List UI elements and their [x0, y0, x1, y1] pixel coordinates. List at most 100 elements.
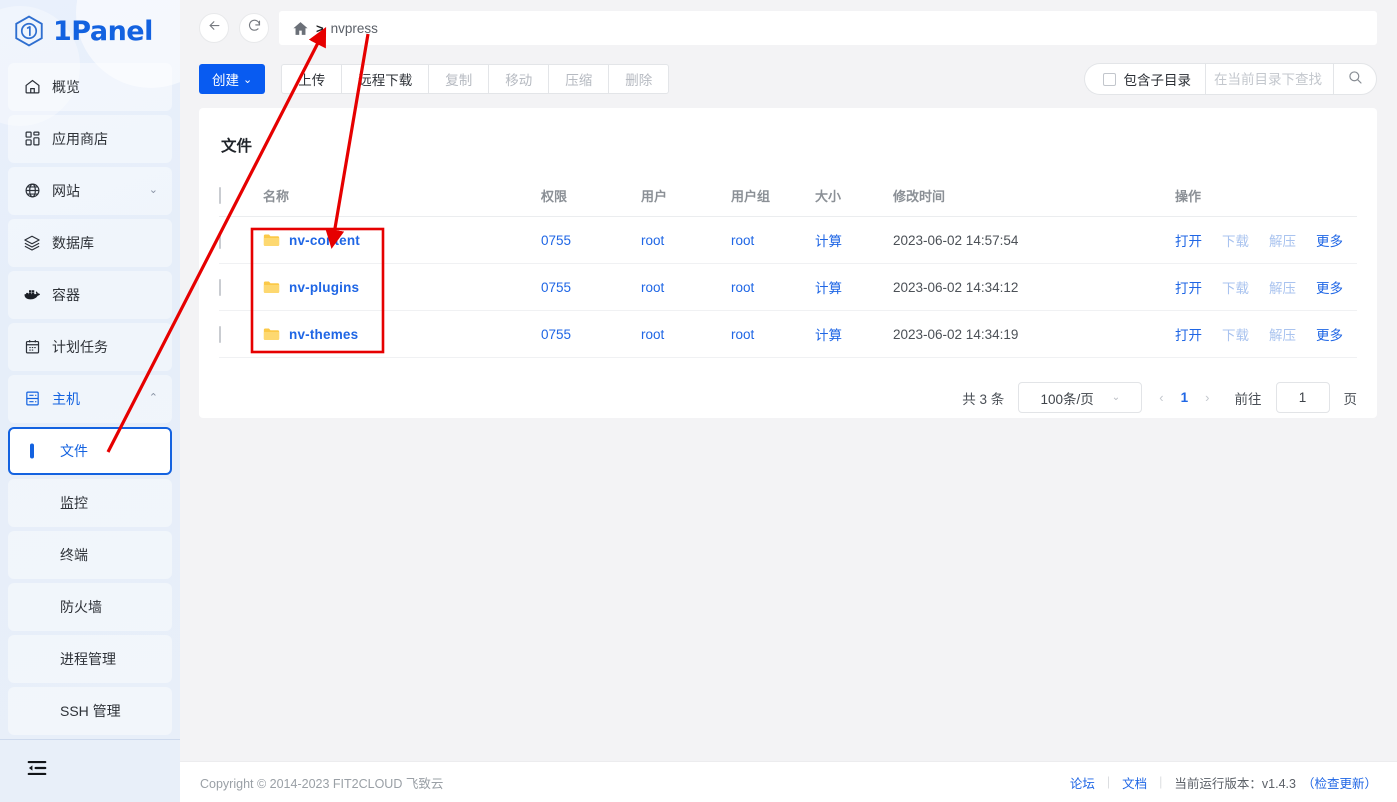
- column-header-user: 用户: [641, 176, 731, 217]
- search-area: 包含子目录: [1083, 63, 1377, 95]
- page-size-select[interactable]: 100条/页 ⌄: [1018, 382, 1143, 413]
- docs-link[interactable]: 文档: [1122, 773, 1147, 792]
- sidebar-item-terminal[interactable]: 终端: [8, 530, 172, 579]
- folder-icon: [263, 327, 280, 341]
- menu-fold-icon[interactable]: [26, 757, 48, 784]
- download-action[interactable]: 下载: [1222, 324, 1249, 344]
- search-input[interactable]: [1205, 63, 1333, 95]
- upload-button[interactable]: 上传: [281, 64, 342, 94]
- row-checkbox[interactable]: [219, 325, 221, 343]
- sidebar-item-overview[interactable]: 概览: [8, 62, 172, 111]
- row-user[interactable]: root: [641, 263, 731, 311]
- main-content: > nvpress 创建 ⌄ 上传 远程下载 复制 移动 压缩 删除 包含子目录: [180, 0, 1397, 802]
- column-header-permission: 权限: [541, 176, 641, 217]
- breadcrumb-path[interactable]: nvpress: [331, 21, 378, 36]
- extract-action[interactable]: 解压: [1269, 230, 1296, 250]
- page-unit-label: 页: [1343, 391, 1358, 407]
- table-row[interactable]: nv-content 0755 root root 计算 2023-06-02 …: [219, 216, 1357, 264]
- sidebar-subitem-label: 终端: [60, 546, 88, 563]
- row-permission[interactable]: 0755: [541, 310, 641, 358]
- include-subdirectory-label: 包含子目录: [1123, 73, 1192, 88]
- row-size[interactable]: 计算: [815, 310, 893, 358]
- column-header-name: 名称: [251, 176, 541, 217]
- file-name-link[interactable]: nv-plugins: [289, 280, 359, 295]
- row-permission[interactable]: 0755: [541, 263, 641, 311]
- page-number-1[interactable]: 1: [1181, 390, 1189, 405]
- sidebar-item-host[interactable]: 主机 ⌃: [8, 374, 172, 423]
- sidebar-item-ssh[interactable]: SSH 管理: [8, 686, 172, 735]
- extract-action[interactable]: 解压: [1269, 324, 1296, 344]
- column-header-group: 用户组: [731, 176, 815, 217]
- table-row[interactable]: nv-themes 0755 root root 计算 2023-06-02 1…: [219, 310, 1357, 358]
- next-page-button[interactable]: ›: [1202, 390, 1212, 405]
- row-checkbox[interactable]: [219, 231, 221, 249]
- check-update-link[interactable]: （检查更新）: [1302, 773, 1377, 792]
- goto-page-input[interactable]: [1275, 382, 1330, 413]
- row-size[interactable]: 计算: [815, 263, 893, 311]
- sidebar-item-monitor[interactable]: 监控: [8, 478, 172, 527]
- extract-action[interactable]: 解压: [1269, 277, 1296, 297]
- row-user[interactable]: root: [641, 216, 731, 264]
- sidebar-item-container[interactable]: 容器: [8, 270, 172, 319]
- back-button[interactable]: [199, 13, 229, 43]
- row-select-cell: [219, 263, 251, 311]
- row-operations: 打开 下载 解压 更多: [1173, 216, 1357, 264]
- row-checkbox[interactable]: [219, 278, 221, 296]
- row-group[interactable]: root: [731, 216, 815, 264]
- download-action[interactable]: 下载: [1222, 277, 1249, 297]
- copy-button[interactable]: 复制: [428, 64, 489, 94]
- row-mtime: 2023-06-02 14:34:12: [893, 263, 1173, 311]
- sidebar-item-firewall[interactable]: 防火墙: [8, 582, 172, 631]
- brand-logo[interactable]: 1Panel: [0, 0, 180, 63]
- breadcrumb-home-icon[interactable]: [292, 20, 309, 37]
- file-name-link[interactable]: nv-content: [289, 233, 360, 248]
- remote-download-button[interactable]: 远程下载: [341, 64, 429, 94]
- delete-button[interactable]: 删除: [608, 64, 670, 94]
- sidebar-item-label: 数据库: [52, 234, 94, 251]
- row-group[interactable]: root: [731, 310, 815, 358]
- open-action[interactable]: 打开: [1175, 277, 1202, 297]
- create-button[interactable]: 创建 ⌄: [199, 64, 266, 94]
- row-user[interactable]: root: [641, 310, 731, 358]
- search-button[interactable]: [1333, 63, 1377, 95]
- row-size[interactable]: 计算: [815, 216, 893, 264]
- move-button[interactable]: 移动: [488, 64, 549, 94]
- select-all-checkbox[interactable]: [219, 187, 221, 204]
- sidebar-item-label: 计划任务: [52, 338, 108, 355]
- file-name-link[interactable]: nv-themes: [289, 327, 358, 342]
- footer-links: 论坛 | 文档 | 当前运行版本：v1.4.3 （检查更新）: [1070, 773, 1377, 792]
- sidebar-subitem-label: 监控: [60, 494, 88, 511]
- refresh-button[interactable]: [239, 13, 269, 43]
- goto-label: 前往: [1234, 391, 1262, 407]
- prev-page-button[interactable]: ‹: [1156, 390, 1166, 405]
- row-group[interactable]: root: [731, 263, 815, 311]
- sidebar-item-database[interactable]: 数据库: [8, 218, 172, 267]
- open-action[interactable]: 打开: [1175, 324, 1202, 344]
- row-name-cell: nv-plugins: [251, 263, 541, 311]
- sidebar-subitem-label: 文件: [60, 442, 88, 459]
- table-row[interactable]: nv-plugins 0755 root root 计算 2023-06-02 …: [219, 263, 1357, 311]
- sidebar-subitem-label: 防火墙: [60, 598, 102, 615]
- row-name-cell: nv-themes: [251, 310, 541, 358]
- sidebar-item-appstore[interactable]: 应用商店: [8, 114, 172, 163]
- column-label: 操作: [1175, 189, 1202, 204]
- sidebar-item-label: 主机: [52, 390, 80, 407]
- breadcrumb[interactable]: > nvpress: [279, 11, 1377, 45]
- sidebar-item-cron[interactable]: 计划任务: [8, 322, 172, 371]
- forum-link[interactable]: 论坛: [1070, 773, 1095, 792]
- compress-button[interactable]: 压缩: [548, 64, 609, 94]
- open-action[interactable]: 打开: [1175, 230, 1202, 250]
- row-permission[interactable]: 0755: [541, 216, 641, 264]
- page-size-label: 100条/页: [1040, 391, 1094, 407]
- sidebar-item-website[interactable]: 网站 ⌄: [8, 166, 172, 215]
- include-subdirectory-toggle[interactable]: 包含子目录: [1083, 63, 1205, 95]
- sidebar-item-files[interactable]: 文件: [8, 426, 172, 475]
- more-action[interactable]: 更多: [1316, 324, 1343, 344]
- database-icon: [22, 233, 42, 253]
- more-action[interactable]: 更多: [1316, 277, 1343, 297]
- include-subdirectory-checkbox[interactable]: [1102, 72, 1116, 86]
- sidebar-item-process[interactable]: 进程管理: [8, 634, 172, 683]
- download-action[interactable]: 下载: [1222, 230, 1249, 250]
- more-action[interactable]: 更多: [1316, 230, 1343, 250]
- folder-icon: [263, 280, 280, 294]
